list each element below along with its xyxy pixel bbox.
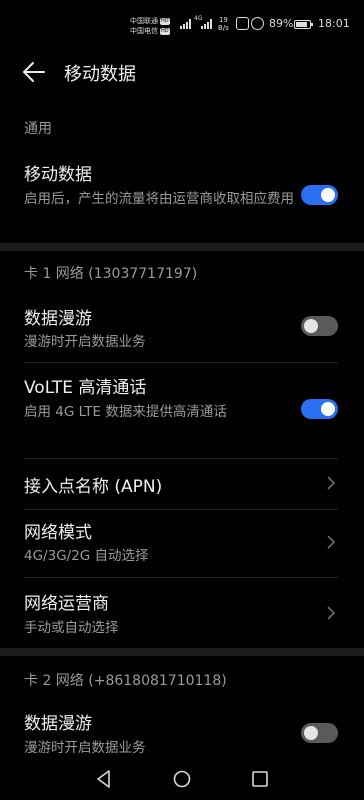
app-bar: 移动数据: [0, 52, 364, 92]
sim2-roaming-toggle[interactable]: [301, 723, 338, 743]
section-separator: [0, 243, 364, 251]
notification-icon: [236, 17, 249, 30]
section-label-sim2: 卡 2 网络 (+8618081710118): [24, 673, 227, 689]
mobile-data-title: 移动数据: [24, 165, 92, 185]
divider: [24, 509, 338, 510]
sim1-roaming-subtitle: 漫游时开启数据业务: [24, 334, 146, 350]
battery-icon: [294, 20, 313, 29]
apn-title: 接入点名称 (APN): [24, 477, 163, 497]
network-mode-subtitle: 4G/3G/2G 自动选择: [24, 548, 149, 564]
nav-recents-icon[interactable]: [249, 768, 271, 790]
network-speed-value: 19: [218, 16, 228, 24]
carrier-title: 网络运营商: [24, 594, 109, 614]
back-arrow-icon[interactable]: [20, 58, 48, 86]
status-bar: 中国联通 HD 中国电信 HD 4G 19 B/s 89% 18:01: [0, 0, 364, 50]
mobile-data-toggle[interactable]: [301, 185, 338, 205]
chevron-right-icon: [327, 535, 335, 549]
section-label-general: 通用: [24, 121, 52, 137]
sim1-roaming-title: 数据漫游: [24, 309, 92, 329]
sim1-roaming-toggle[interactable]: [301, 316, 338, 336]
hd-badge: HD: [160, 27, 170, 35]
nav-home-icon[interactable]: [171, 768, 193, 790]
mobile-data-subtitle: 启用后，产生的流量将由运营商收取相应费用: [24, 191, 294, 207]
chevron-right-icon: [327, 606, 335, 620]
section-label-sim1: 卡 1 网络 (13037717197): [24, 266, 198, 282]
network-speed: 19 B/s: [218, 16, 229, 32]
chevron-right-icon: [327, 476, 335, 490]
clock: 18:01: [318, 17, 350, 30]
battery-percent: 89%: [269, 17, 294, 30]
sim2-roaming-title: 数据漫游: [24, 714, 92, 734]
divider: [24, 458, 338, 459]
carrier-info: 中国联通 HD 中国电信 HD: [130, 16, 170, 36]
carrier-2-label: 中国电信: [130, 27, 158, 35]
hd-badge: HD: [160, 17, 170, 25]
nav-back-icon[interactable]: [93, 768, 115, 790]
divider: [24, 577, 338, 578]
signal-2-icon: [201, 19, 215, 29]
app-notification-icon: [251, 17, 264, 30]
volte-title: VoLTE 高清通话: [24, 378, 147, 398]
section-separator: [0, 648, 364, 656]
signal-1-icon: [180, 19, 194, 29]
sim2-roaming-subtitle: 漫游时开启数据业务: [24, 740, 146, 756]
system-nav-bar: [0, 758, 364, 800]
volte-subtitle: 启用 4G LTE 数据来提供高清通话: [24, 404, 227, 420]
divider: [24, 362, 338, 363]
page-title: 移动数据: [64, 64, 136, 85]
network-mode-title: 网络模式: [24, 523, 92, 543]
carrier-1-label: 中国联通: [130, 17, 158, 25]
carrier-subtitle: 手动或自动选择: [24, 620, 119, 636]
volte-toggle[interactable]: [301, 399, 338, 419]
network-speed-unit: B/s: [218, 24, 229, 32]
